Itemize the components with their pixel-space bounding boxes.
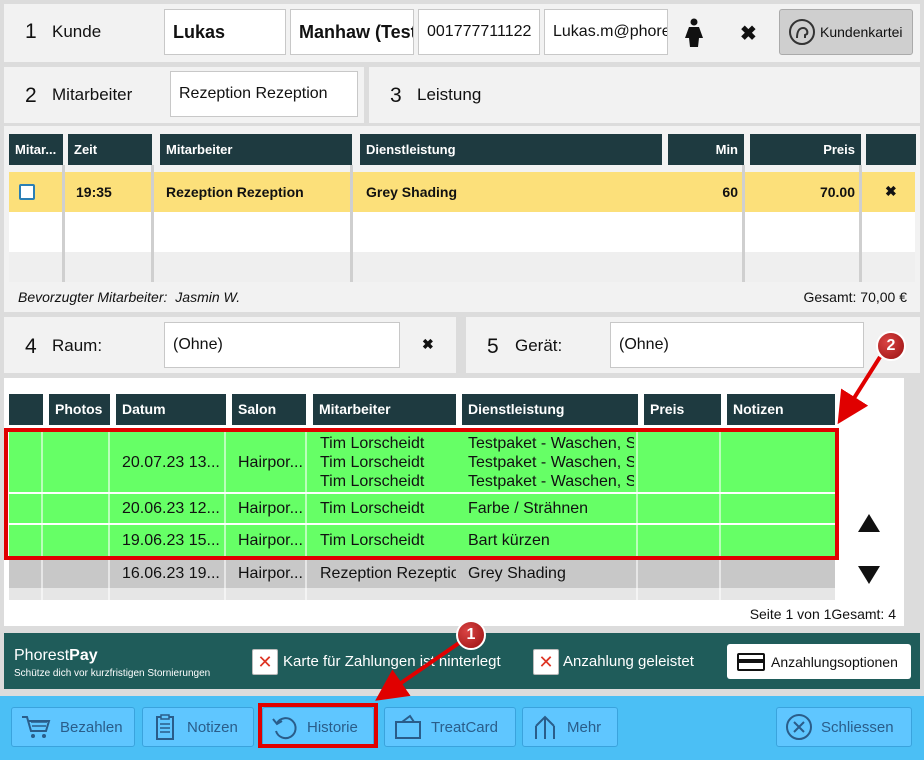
annotation-badge-two: 2: [876, 331, 906, 361]
annotation-badge-one: 1: [456, 620, 486, 650]
